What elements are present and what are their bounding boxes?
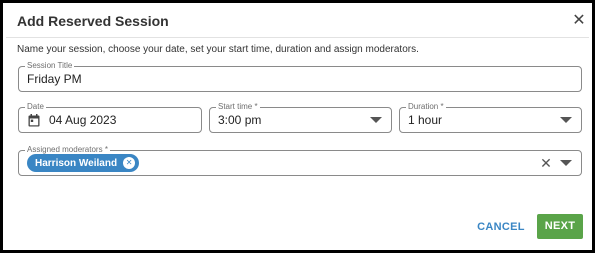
session-title-field[interactable]: Session Title Friday PM: [18, 61, 582, 92]
date-value[interactable]: 04 Aug 2023: [49, 113, 116, 127]
assigned-moderators-select[interactable]: Assigned moderators * Harrison Weiland ✕…: [18, 145, 582, 176]
calendar-icon[interactable]: [28, 114, 40, 127]
moderator-chip: Harrison Weiland ✕: [27, 154, 140, 172]
moderator-chip-label: Harrison Weiland: [35, 157, 118, 169]
date-label: Date: [25, 102, 46, 112]
add-reserved-session-dialog: Add Reserved Session ✕ Name your session…: [0, 0, 595, 253]
clear-selection-icon[interactable]: ✕: [537, 154, 555, 172]
header-divider: [6, 37, 589, 38]
cancel-button[interactable]: CANCEL: [477, 216, 525, 238]
dialog-title: Add Reserved Session: [17, 13, 169, 29]
dialog-instructions: Name your session, choose your date, set…: [17, 44, 419, 55]
next-button[interactable]: NEXT: [537, 214, 583, 239]
close-icon[interactable]: ✕: [569, 11, 589, 31]
chevron-down-icon[interactable]: [560, 160, 572, 166]
session-title-value[interactable]: Friday PM: [27, 72, 82, 86]
start-time-select[interactable]: Start time * 3:00 pm: [209, 102, 392, 133]
duration-select[interactable]: Duration * 1 hour: [399, 102, 582, 133]
remove-chip-icon[interactable]: ✕: [123, 157, 136, 169]
date-field[interactable]: Date 04 Aug 2023: [18, 102, 202, 133]
start-time-label: Start time *: [216, 102, 260, 112]
chevron-down-icon[interactable]: [560, 117, 572, 123]
session-title-label: Session Title: [25, 61, 75, 71]
duration-value: 1 hour: [408, 113, 443, 127]
duration-label: Duration *: [406, 102, 446, 112]
chevron-down-icon[interactable]: [370, 117, 382, 123]
start-time-value: 3:00 pm: [218, 113, 262, 127]
